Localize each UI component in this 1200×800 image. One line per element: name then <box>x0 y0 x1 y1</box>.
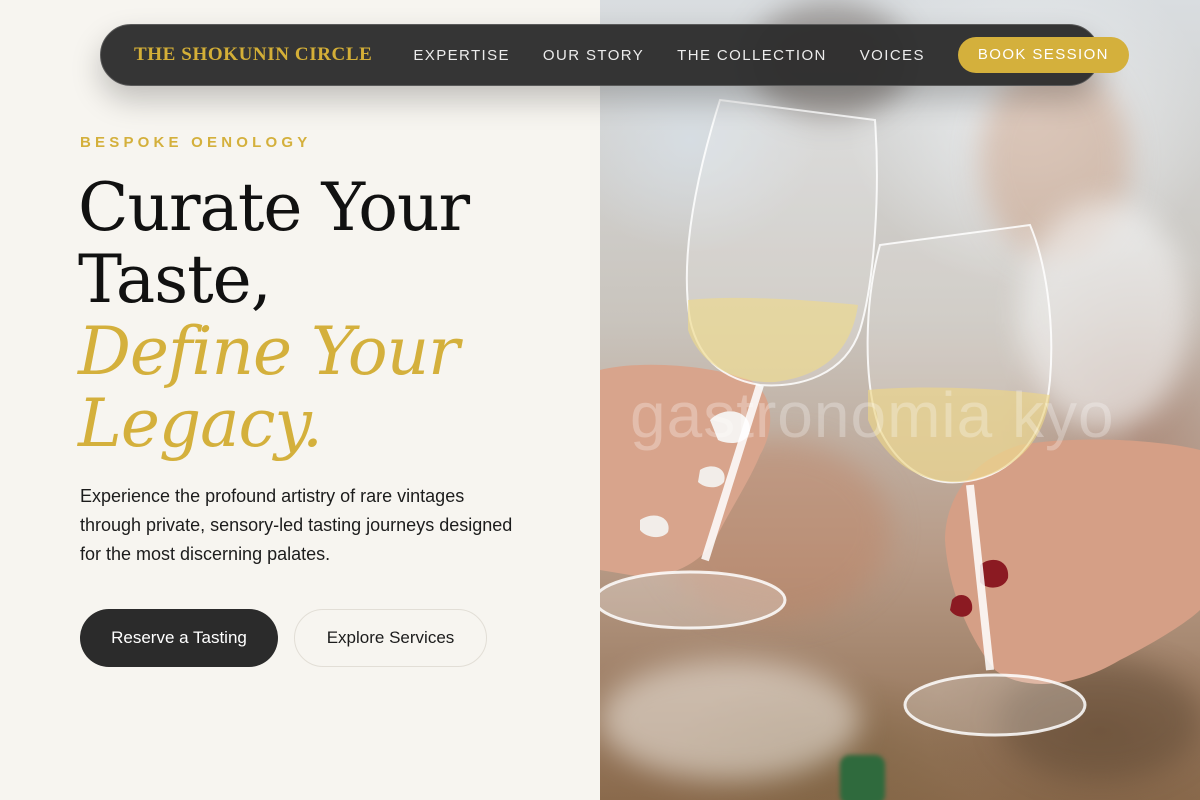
nav-link-the-collection[interactable]: THE COLLECTION <box>677 47 827 64</box>
hero-image: gastronomia kyo <box>600 0 1200 800</box>
nav-link-our-story[interactable]: OUR STORY <box>543 47 644 64</box>
nav-link-voices[interactable]: VOICES <box>860 47 925 64</box>
top-nav: THE SHOKUNIN CIRCLE EXPERTISE OUR STORY … <box>100 24 1129 86</box>
nav-links: EXPERTISE OUR STORY THE COLLECTION VOICE… <box>413 47 957 64</box>
hero-description: Experience the profound artistry of rare… <box>80 486 513 564</box>
headline-line-2: Taste, <box>78 241 272 318</box>
headline-accent-line-1: Define Your <box>78 313 460 390</box>
brand-logo[interactable]: THE SHOKUNIN CIRCLE <box>134 44 372 66</box>
book-session-button[interactable]: BOOK SESSION <box>957 37 1129 73</box>
reserve-tasting-button[interactable]: Reserve a Tasting <box>80 609 278 667</box>
hero-eyebrow: BESPOKE OENOLOGY <box>80 134 312 151</box>
bottle-cap <box>840 755 885 800</box>
image-watermark: gastronomia kyo <box>630 379 1115 451</box>
hero-headline: Curate Your Taste, Define Your Legacy. <box>78 169 470 462</box>
nav-link-expertise[interactable]: EXPERTISE <box>413 47 510 64</box>
headline-line-1: Curate Your <box>78 169 470 246</box>
headline-accent-line-2: Legacy. <box>78 385 323 462</box>
explore-services-button[interactable]: Explore Services <box>294 609 487 667</box>
